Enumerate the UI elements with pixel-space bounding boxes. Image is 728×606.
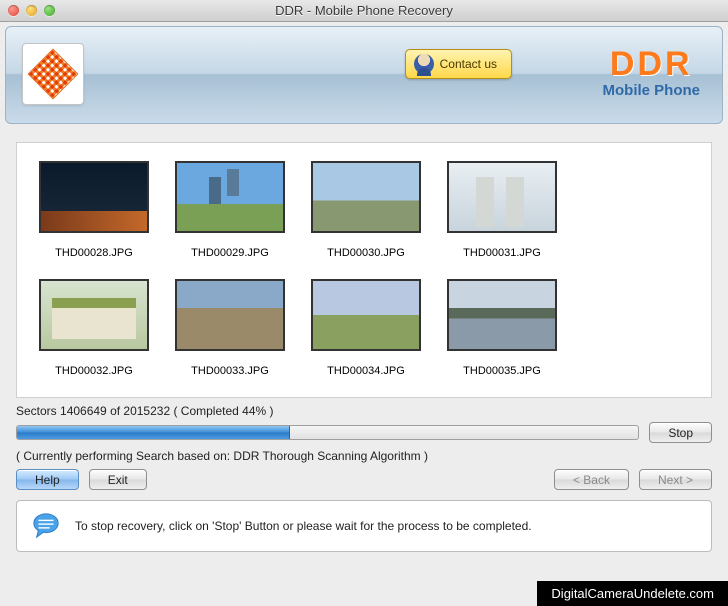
thumbnail-item[interactable]: THD00031.JPG bbox=[443, 161, 561, 271]
info-text: To stop recovery, click on 'Stop' Button… bbox=[75, 519, 532, 533]
thumbnail-panel: THD00028.JPG THD00029.JPG THD00030.JPG THD0… bbox=[16, 142, 712, 398]
algorithm-label: ( Currently performing Search based on: … bbox=[16, 449, 712, 463]
thumbnail-item[interactable]: THD00029.JPG bbox=[171, 161, 289, 271]
thumbnail-image bbox=[311, 161, 421, 233]
thumbnail-item[interactable]: THD00037.JPG bbox=[171, 397, 289, 398]
thumbnail-item[interactable]: THD00032.JPG bbox=[35, 279, 153, 389]
thumbnail-image bbox=[175, 279, 285, 351]
thumbnail-filename: THD00035.JPG bbox=[443, 365, 561, 377]
progress-area: Sectors 1406649 of 2015232 ( Completed 4… bbox=[16, 400, 712, 490]
thumbnail-filename: THD00032.JPG bbox=[35, 365, 153, 377]
stop-button[interactable]: Stop bbox=[649, 422, 712, 443]
person-icon bbox=[414, 54, 434, 74]
thumbnail-image bbox=[39, 397, 149, 398]
help-button[interactable]: Help bbox=[16, 469, 79, 490]
thumbnail-filename: THD00029.JPG bbox=[171, 247, 289, 259]
thumbnail-filename: THD00030.JPG bbox=[307, 247, 425, 259]
speech-bubble-icon bbox=[31, 511, 61, 541]
thumbnail-image bbox=[447, 161, 557, 233]
brand-name: DDR bbox=[603, 45, 701, 84]
contact-label: Contact us bbox=[440, 57, 497, 71]
info-box: To stop recovery, click on 'Stop' Button… bbox=[16, 500, 712, 552]
titlebar: DDR - Mobile Phone Recovery bbox=[0, 0, 728, 22]
thumbnail-item[interactable]: THD00035.JPG bbox=[443, 279, 561, 389]
thumbnail-filename: THD00033.JPG bbox=[171, 365, 289, 377]
progress-fill bbox=[17, 426, 290, 439]
thumbnail-image bbox=[175, 397, 285, 398]
thumbnail-item[interactable]: THD00028.JPG bbox=[35, 161, 153, 271]
thumbnail-image bbox=[447, 279, 557, 351]
header-banner: Contact us DDR Mobile Phone bbox=[5, 26, 723, 124]
thumbnail-grid: THD00028.JPG THD00029.JPG THD00030.JPG THD0… bbox=[35, 161, 693, 398]
contact-us-button[interactable]: Contact us bbox=[405, 49, 512, 79]
exit-button[interactable]: Exit bbox=[89, 469, 147, 490]
app-logo bbox=[22, 43, 84, 105]
thumbnail-item[interactable]: THD00030.JPG bbox=[307, 161, 425, 271]
thumbnail-item[interactable]: THD00033.JPG bbox=[171, 279, 289, 389]
sectors-label: Sectors 1406649 of 2015232 ( Completed 4… bbox=[16, 400, 712, 422]
footer-watermark: DigitalCameraUndelete.com bbox=[537, 581, 728, 606]
back-button[interactable]: < Back bbox=[554, 469, 629, 490]
thumbnail-image bbox=[39, 279, 149, 351]
thumbnail-filename: THD00028.JPG bbox=[35, 247, 153, 259]
thumbnail-filename: THD00034.JPG bbox=[307, 365, 425, 377]
thumbnail-item[interactable]: THD00034.JPG bbox=[307, 279, 425, 389]
thumbnail-item[interactable]: THD00036.JPG bbox=[35, 397, 153, 398]
next-button[interactable]: Next > bbox=[639, 469, 712, 490]
thumbnail-image bbox=[39, 161, 149, 233]
brand-subtitle: Mobile Phone bbox=[603, 82, 701, 99]
thumbnail-filename: THD00031.JPG bbox=[443, 247, 561, 259]
progress-bar bbox=[16, 425, 639, 440]
thumbnail-image bbox=[311, 279, 421, 351]
window-title: DDR - Mobile Phone Recovery bbox=[0, 3, 728, 18]
thumbnail-image bbox=[175, 161, 285, 233]
brand: DDR Mobile Phone bbox=[603, 45, 701, 99]
